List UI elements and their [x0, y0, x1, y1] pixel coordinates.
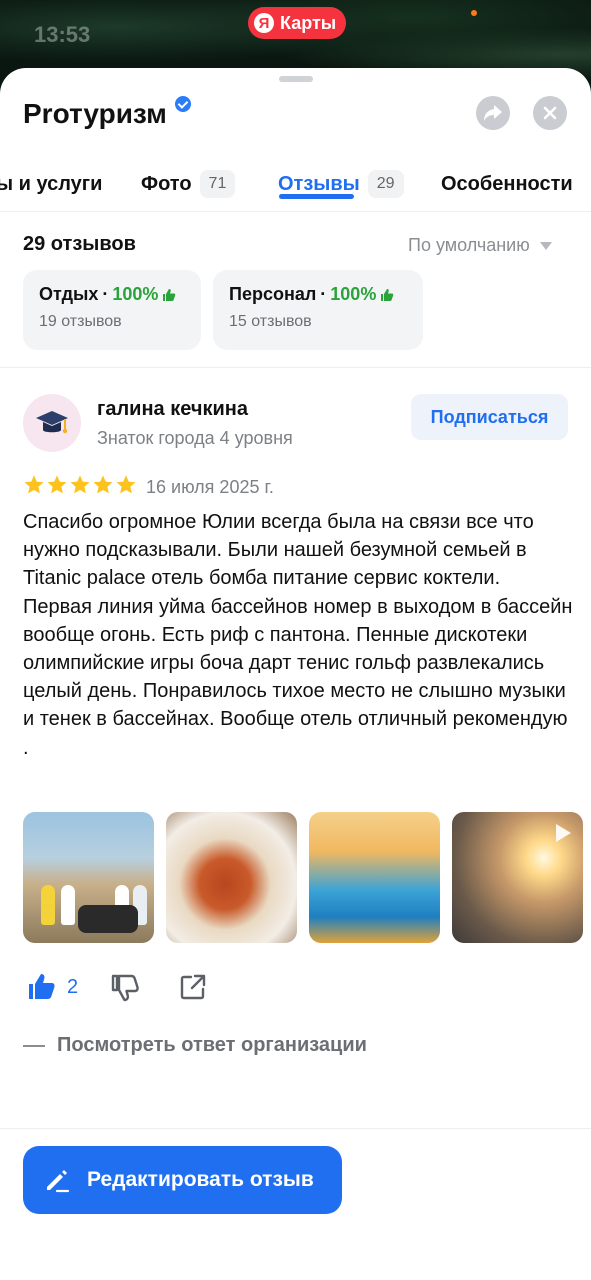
aspect-card-staff[interactable]: Персонал · 100% 15 отзывов	[213, 270, 423, 350]
author-level: Знаток города 4 уровня	[97, 428, 293, 448]
star-icon	[24, 475, 44, 494]
tab-label: Отзывы	[278, 172, 360, 195]
tab-reviews[interactable]: Отзывы 29	[278, 156, 404, 212]
aspect-percent: 100%	[112, 284, 159, 304]
chevron-down-icon	[539, 241, 552, 250]
aspect-separator: ·	[102, 284, 109, 304]
review-actions: 2	[27, 972, 208, 1002]
close-button[interactable]	[533, 96, 567, 130]
reviews-count: 29 отзывов	[23, 233, 136, 255]
graduation-cap-icon	[36, 411, 68, 434]
star-icon	[116, 475, 136, 494]
share-button[interactable]	[476, 96, 510, 130]
review-text: Спасибо огромное Юлии всегда была на свя…	[23, 511, 573, 759]
edit-review-label: Редактировать отзыв	[87, 1168, 314, 1191]
tab-bar: ы и услуги Фото 71 Отзывы 29 Особенности	[0, 156, 591, 212]
sheet-grabber[interactable]	[279, 76, 313, 82]
tab-features[interactable]: Особенности	[441, 156, 573, 212]
aspect-name: Персонал · 100%	[229, 284, 407, 305]
sort-dropdown[interactable]: По умолчанию	[408, 235, 552, 256]
aspect-card-rest[interactable]: Отдых · 100% 19 отзывов	[23, 270, 201, 350]
thumb-down-icon[interactable]	[110, 972, 140, 1002]
thumb-up-icon	[163, 288, 176, 301]
edit-review-button[interactable]: Редактировать отзыв	[23, 1146, 342, 1214]
tab-count: 29	[367, 170, 404, 198]
review-photo[interactable]	[166, 812, 297, 943]
review-photo[interactable]	[23, 812, 154, 943]
divider	[0, 1128, 591, 1129]
aspect-title: Персонал	[229, 284, 317, 304]
dash-icon	[23, 1044, 45, 1047]
close-icon	[543, 106, 557, 120]
active-tab-indicator	[279, 194, 354, 199]
aspect-title: Отдых	[39, 284, 99, 304]
tab-count: 71	[199, 170, 236, 198]
verified-icon	[174, 96, 191, 112]
pencil-icon	[47, 1170, 70, 1193]
yandex-logo-icon: Я	[254, 13, 274, 33]
tab-services[interactable]: ы и услуги	[0, 156, 102, 212]
review-author[interactable]: галина кечкина	[97, 398, 248, 421]
review-video[interactable]	[452, 812, 583, 943]
like-count: 2	[67, 975, 79, 998]
aspect-name: Отдых · 100%	[39, 284, 185, 305]
aspect-separator: ·	[320, 284, 327, 304]
tab-photos[interactable]: Фото 71	[141, 156, 236, 212]
org-name: Prотуризм	[23, 98, 167, 129]
thumb-up-icon	[381, 288, 394, 301]
star-icon	[47, 475, 67, 494]
rating-stars	[23, 474, 137, 496]
star-icon	[93, 475, 113, 494]
aspect-sub: 15 отзывов	[229, 313, 312, 330]
org-reply-label: Посмотреть ответ организации	[57, 1034, 367, 1056]
app-badge-label: Карты	[280, 12, 337, 33]
org-title: Prотуризм	[23, 96, 191, 130]
aspect-sub: 19 отзывов	[39, 313, 122, 330]
tab-label: ы и услуги	[0, 172, 103, 195]
star-icon	[70, 475, 90, 494]
external-share-icon[interactable]	[178, 972, 208, 1002]
app-badge: Я Карты	[248, 7, 347, 39]
aspect-percent: 100%	[330, 284, 377, 304]
review-photo[interactable]	[309, 812, 440, 943]
status-time: 13:53	[34, 22, 91, 47]
sort-label: По умолчанию	[408, 235, 530, 255]
avatar[interactable]	[23, 394, 81, 452]
thumb-up-icon[interactable]	[27, 972, 57, 1002]
tab-label: Фото	[141, 172, 192, 195]
share-icon	[484, 105, 502, 121]
divider	[0, 367, 591, 368]
bottom-sheet: Prотуризм ы и услуги Фото 71 Отзывы 29 О…	[0, 68, 591, 1280]
map-dot	[471, 10, 477, 16]
review-date: 16 июля 2025 г.	[146, 477, 274, 497]
org-reply-link[interactable]: Посмотреть ответ организации	[23, 1034, 367, 1057]
play-icon	[556, 824, 571, 842]
tab-label: Особенности	[441, 172, 573, 195]
subscribe-button[interactable]: Подписаться	[411, 394, 568, 440]
